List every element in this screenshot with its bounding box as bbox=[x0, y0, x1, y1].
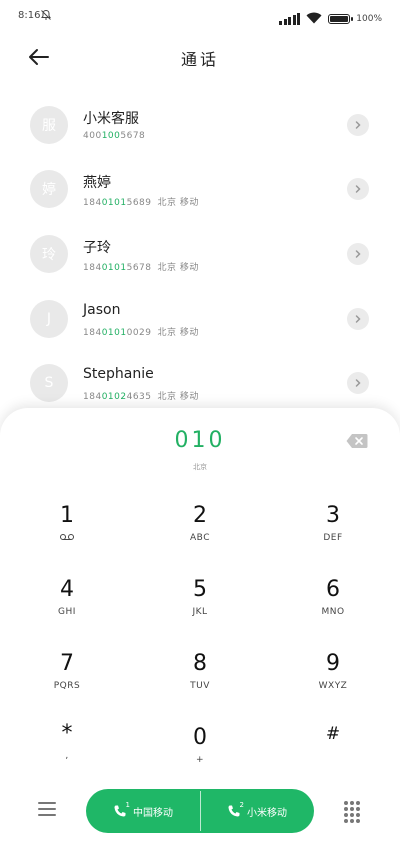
chevron-right-icon[interactable] bbox=[347, 243, 369, 265]
chevron-right-icon[interactable] bbox=[347, 372, 369, 394]
key-letters: DEF bbox=[323, 533, 343, 543]
menu-icon[interactable] bbox=[38, 802, 56, 820]
key-letters: WXYZ bbox=[318, 681, 348, 691]
contact-row[interactable]: 婷 燕婷 18401015689 北京 移动 bbox=[0, 160, 400, 220]
key-digit: 7 bbox=[60, 651, 74, 676]
key-letters: JKL bbox=[192, 607, 208, 617]
key-digit: 3 bbox=[326, 503, 340, 528]
avatar: J bbox=[30, 300, 68, 338]
key-3[interactable]: 3 DEF bbox=[273, 502, 393, 558]
avatar: 玲 bbox=[30, 235, 68, 273]
sim2-label: 小米移动 bbox=[247, 807, 287, 819]
key-digit: 0 bbox=[193, 725, 207, 750]
page-title: 通话 bbox=[180, 50, 219, 69]
key-star[interactable]: * , bbox=[7, 720, 127, 776]
contact-number: 18401010029 北京 移动 bbox=[83, 328, 199, 338]
key-digit: 8 bbox=[193, 651, 207, 676]
header: 通话 bbox=[0, 38, 400, 78]
key-digit: 2 bbox=[193, 503, 207, 528]
contact-name: 燕婷 bbox=[83, 175, 111, 191]
battery-percent: 100% bbox=[356, 13, 382, 24]
chevron-right-icon[interactable] bbox=[347, 114, 369, 136]
avatar: S bbox=[30, 364, 68, 402]
contact-number: 18401024635 北京 移动 bbox=[83, 392, 199, 402]
key-8[interactable]: 8 TUV bbox=[140, 650, 260, 706]
avatar: 服 bbox=[30, 106, 68, 144]
contact-number: 4001005678 bbox=[83, 131, 146, 141]
bell-off-icon bbox=[40, 9, 52, 24]
key-5[interactable]: 5 JKL bbox=[140, 576, 260, 632]
contact-name: Stephanie bbox=[83, 366, 154, 382]
key-letters: TUV bbox=[190, 681, 210, 691]
dialed-number-location: 北京 bbox=[193, 463, 207, 471]
status-bar: 8:16 100% bbox=[0, 0, 400, 34]
avatar: 婷 bbox=[30, 170, 68, 208]
contact-row[interactable]: S Stephanie 18401024635 北京 移动 bbox=[0, 354, 400, 414]
key-letters: PQRS bbox=[53, 681, 81, 691]
contact-row[interactable]: J Jason 18401010029 北京 移动 bbox=[0, 290, 400, 350]
contact-name: 小米客服 bbox=[83, 111, 139, 127]
wifi-icon bbox=[306, 9, 322, 28]
key-digit: 9 bbox=[326, 651, 340, 676]
contact-number: 18401015678 北京 移动 bbox=[83, 263, 199, 273]
key-digit: * bbox=[61, 721, 73, 746]
voicemail-icon bbox=[7, 533, 127, 544]
key-7[interactable]: 7 PQRS bbox=[7, 650, 127, 706]
key-0[interactable]: 0 + bbox=[140, 724, 260, 780]
key-letters: + bbox=[195, 755, 205, 765]
key-4[interactable]: 4 GHI bbox=[7, 576, 127, 632]
chevron-right-icon[interactable] bbox=[347, 308, 369, 330]
key-letters: GHI bbox=[58, 607, 76, 617]
contact-row[interactable]: 玲 子玲 18401015678 北京 移动 bbox=[0, 225, 400, 285]
dialpad-toggle-icon[interactable] bbox=[344, 801, 362, 823]
call-buttons: 1 中国移动 2 小米移动 bbox=[86, 789, 314, 833]
key-1[interactable]: 1 bbox=[7, 502, 127, 558]
contact-name: 子玲 bbox=[83, 240, 111, 256]
sim1-label: 中国移动 bbox=[133, 807, 173, 819]
contact-number: 18401015689 北京 移动 bbox=[83, 198, 199, 208]
key-digit: 1 bbox=[60, 503, 74, 528]
battery-icon bbox=[328, 13, 354, 24]
phone-icon: 2 bbox=[227, 801, 244, 818]
call-sim1-button[interactable]: 1 中国移动 bbox=[86, 789, 200, 833]
key-letters: MNO bbox=[321, 607, 345, 617]
dialed-number: 010 bbox=[174, 428, 226, 453]
status-time: 8:16 bbox=[18, 10, 41, 21]
backspace-icon[interactable] bbox=[346, 433, 368, 449]
key-6[interactable]: 6 MNO bbox=[273, 576, 393, 632]
key-digit: 4 bbox=[60, 577, 74, 602]
key-letters: , bbox=[65, 751, 69, 761]
key-digit: 5 bbox=[193, 577, 207, 602]
key-digit: # bbox=[325, 724, 341, 744]
key-hash[interactable]: # bbox=[273, 720, 393, 776]
contact-name: Jason bbox=[83, 302, 121, 318]
key-letters: ABC bbox=[190, 533, 210, 543]
call-sim2-button[interactable]: 2 小米移动 bbox=[200, 789, 314, 833]
signal-icon bbox=[279, 12, 301, 25]
bottom-bar: 1 中国移动 2 小米移动 bbox=[0, 789, 400, 835]
phone-icon: 1 bbox=[113, 801, 130, 818]
contact-row[interactable]: 服 小米客服 4001005678 bbox=[0, 96, 400, 156]
chevron-right-icon[interactable] bbox=[347, 178, 369, 200]
key-9[interactable]: 9 WXYZ bbox=[273, 650, 393, 706]
key-2[interactable]: 2 ABC bbox=[140, 502, 260, 558]
key-digit: 6 bbox=[326, 577, 340, 602]
